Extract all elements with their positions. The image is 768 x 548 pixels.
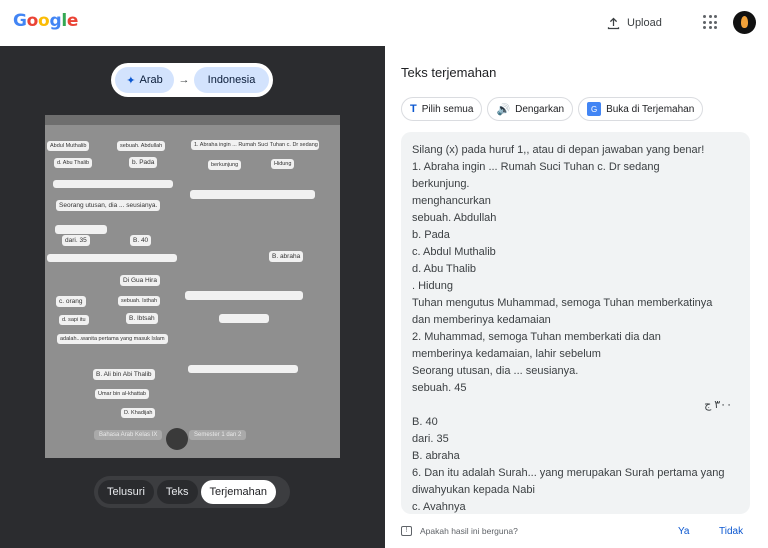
translated-line: B. abraha bbox=[412, 450, 460, 462]
mode-text-button[interactable]: Teks bbox=[156, 480, 198, 504]
text-select-icon: T bbox=[410, 103, 417, 115]
translated-line: sebuah. 45 bbox=[412, 382, 467, 394]
doc-chip: Seorang utusan, dia ... seusianya. bbox=[56, 200, 161, 211]
doc-chip-blank bbox=[53, 180, 173, 188]
translated-line: 6. Dan itu adalah Surah... yang merupaka… bbox=[412, 467, 725, 479]
mode-translate-button[interactable]: Terjemahan bbox=[200, 480, 277, 504]
doc-chip: B. 40 bbox=[130, 235, 152, 246]
translated-line: Silang (x) pada huruf 1,, atau di depan … bbox=[412, 144, 705, 156]
doc-chip: berkunjung bbox=[208, 160, 242, 170]
doc-chip: Di Gua Hira bbox=[120, 275, 160, 286]
doc-chip: D. Khadijah bbox=[121, 408, 156, 418]
translated-line: ٣٠٠ ج bbox=[704, 399, 732, 411]
document-top-strip bbox=[45, 115, 340, 125]
image-panel: ✦ Arab → Indonesia Abdul Muthalib sebuah… bbox=[0, 46, 385, 548]
upload-icon bbox=[607, 17, 620, 29]
doc-chip: B. abraha bbox=[269, 251, 304, 262]
doc-chip: c. orang bbox=[56, 296, 86, 307]
doc-chip-blank bbox=[190, 190, 315, 199]
feedback-yes-button[interactable]: Ya bbox=[678, 526, 690, 537]
source-language-button[interactable]: ✦ Arab bbox=[115, 67, 174, 93]
feedback-row: ! Apakah hasil ini berguna? Ya Tidak bbox=[401, 523, 751, 539]
doc-chip: B. Ali bin Abi Thalib bbox=[93, 369, 155, 380]
translated-line: sebuah. Abdullah bbox=[412, 212, 497, 224]
doc-chip: B. Ibtsah bbox=[126, 313, 158, 324]
translated-line: B. 40 bbox=[412, 416, 438, 428]
translated-line: Tuhan mengutus Muhammad, semoga Tuhan me… bbox=[412, 297, 713, 309]
panel-title: Teks terjemahan bbox=[401, 65, 497, 80]
translated-line: c. Abdul Muthalib bbox=[412, 246, 496, 258]
doc-chip: Umar bin al-khattab bbox=[95, 389, 149, 399]
language-selector: ✦ Arab → Indonesia bbox=[111, 63, 273, 97]
doc-chip: adalah...wanita pertama yang masuk Islam bbox=[57, 334, 168, 344]
source-language-label: Arab bbox=[139, 74, 163, 86]
doc-chip: dari. 35 bbox=[62, 235, 90, 246]
translated-document-image[interactable]: Abdul Muthalib sebuah. Abdullah 1. Abrah… bbox=[45, 115, 340, 458]
google-translate-icon: G bbox=[587, 102, 602, 116]
target-language-button[interactable]: Indonesia bbox=[194, 67, 269, 93]
translation-actions: T Pilih semua 🔊 Dengarkan G Buka di Terj… bbox=[401, 97, 704, 121]
doc-chip: 1. Abraha ingin ... Rumah Suci Tuhan c. … bbox=[191, 140, 319, 150]
translated-line: c. Avahnya bbox=[412, 501, 466, 513]
page-number-marker bbox=[166, 428, 188, 450]
doc-chip-blank bbox=[188, 365, 298, 373]
listen-button[interactable]: 🔊 Dengarkan bbox=[487, 97, 574, 121]
translated-line: b. Pada bbox=[412, 229, 450, 241]
doc-chip-blank bbox=[55, 225, 107, 234]
doc-chip-blank bbox=[219, 314, 269, 323]
arrow-right-icon: → bbox=[178, 74, 190, 86]
translated-line: 1. Abraha ingin ... Rumah Suci Tuhan c. … bbox=[412, 161, 660, 173]
doc-footer-chip: Semester 1 dan 2 bbox=[189, 430, 247, 440]
top-bar: Google Upload bbox=[0, 0, 768, 46]
translated-line: 2. Muhammad, semoga Tuhan memberkati dia… bbox=[412, 331, 661, 343]
translated-line: diwahyukan kepada Nabi bbox=[412, 484, 535, 496]
doc-footer-chip: Bahasa Arab Kelas IX bbox=[94, 430, 163, 440]
doc-chip-blank bbox=[185, 291, 303, 300]
select-all-button[interactable]: T Pilih semua bbox=[401, 97, 483, 121]
translation-panel: Teks terjemahan T Pilih semua 🔊 Dengarka… bbox=[385, 46, 768, 548]
doc-chip: d. Abu Thalib bbox=[54, 158, 93, 168]
listen-label: Dengarkan bbox=[515, 103, 565, 115]
translated-line: dan memberinya kedamaian bbox=[412, 314, 551, 326]
feedback-icon: ! bbox=[401, 526, 412, 536]
open-in-translate-button[interactable]: G Buka di Terjemahan bbox=[578, 97, 704, 121]
detect-sparkle-icon: ✦ bbox=[126, 74, 136, 87]
target-language-label: Indonesia bbox=[207, 74, 256, 86]
translated-line: menghancurkan bbox=[412, 195, 491, 207]
translated-line: Seorang utusan, dia ... seusianya. bbox=[412, 365, 579, 377]
speaker-icon: 🔊 bbox=[496, 103, 511, 116]
doc-chip: Abdul Muthalib bbox=[47, 141, 90, 151]
account-avatar[interactable] bbox=[733, 11, 756, 34]
mode-selector: Telusuri Teks Terjemahan bbox=[94, 476, 290, 508]
feedback-no-button[interactable]: Tidak bbox=[719, 526, 743, 537]
open-in-translate-label: Buka di Terjemahan bbox=[606, 103, 695, 115]
apps-grid-icon[interactable] bbox=[703, 15, 717, 29]
translated-line: memberinya kedamaian, lahir sebelum bbox=[412, 348, 601, 360]
google-logo[interactable]: Google bbox=[13, 11, 78, 31]
translated-line: berkunjung. bbox=[412, 178, 470, 190]
doc-chip-blank bbox=[47, 254, 177, 262]
mode-search-button[interactable]: Telusuri bbox=[98, 480, 154, 504]
translated-text-box[interactable]: Silang (x) pada huruf 1,, atau di depan … bbox=[401, 132, 750, 514]
doc-chip: sebuah. Abdullah bbox=[117, 141, 166, 151]
feedback-question: Apakah hasil ini berguna? bbox=[420, 526, 518, 536]
select-all-label: Pilih semua bbox=[421, 103, 474, 115]
doc-chip: d. sapi itu bbox=[59, 315, 89, 325]
translated-text: Silang (x) pada huruf 1,, atau di depan … bbox=[412, 142, 742, 514]
doc-chip: b. Pada bbox=[129, 157, 158, 168]
translated-line: dari. 35 bbox=[412, 433, 449, 445]
doc-chip: Hidung bbox=[271, 159, 295, 169]
translated-line: . Hidung bbox=[412, 280, 453, 292]
upload-button[interactable]: Upload bbox=[606, 13, 662, 33]
translated-line: d. Abu Thalib bbox=[412, 263, 477, 275]
doc-chip: sebuah. Isthah bbox=[118, 296, 161, 306]
upload-label: Upload bbox=[627, 17, 662, 29]
